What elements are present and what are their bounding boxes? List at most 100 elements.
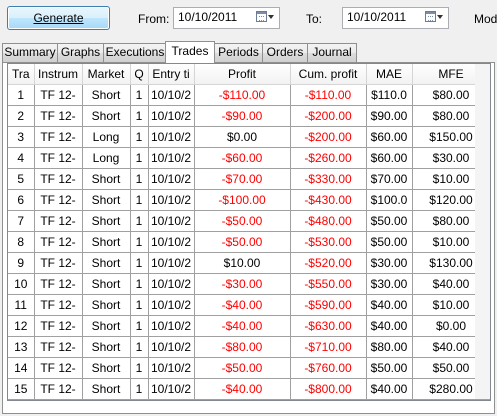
table-row[interactable]: 13 TF 12- Short 1 10/10/2 -$80.00 -$710.00 $80.…	[8, 336, 490, 358]
tab-periods[interactable]: Periods	[214, 43, 263, 62]
table-cell: $60.00	[366, 147, 413, 169]
table-cell: $40.00	[366, 294, 413, 316]
table-cell: -$630.00	[290, 315, 367, 337]
tab-strip: Summary Graphs Executions Trades Periods…	[2, 41, 495, 63]
table-cell: $110.0	[366, 84, 413, 106]
table-cell: Short	[82, 336, 131, 358]
table-cell: TF 12-	[34, 315, 83, 337]
table-row[interactable]: 12 TF 12- Short 1 10/10/2 -$40.00 -$630.00 $40.…	[8, 315, 490, 337]
table-cell: 10/10/2	[148, 252, 195, 274]
table-cell: -$50.00	[194, 357, 291, 379]
table-cell: 1	[130, 189, 149, 211]
table-cell: 10/10/2	[148, 126, 195, 148]
table-cell: $70.00	[366, 168, 413, 190]
table-cell: 1	[130, 357, 149, 379]
table-row[interactable]: 6 TF 12- Short 1 10/10/2 -$100.00 -$430.00 $100…	[8, 189, 490, 211]
table-cell: 14	[8, 357, 35, 379]
table-cell: 10/10/2	[148, 294, 195, 316]
table-row[interactable]: 5 TF 12- Short 1 10/10/2 -$70.00 -$330.00 $70.0…	[8, 168, 490, 190]
table-cell: -$40.00	[194, 378, 291, 400]
table-cell: -$70.00	[194, 168, 291, 190]
table-cell: Long	[82, 126, 131, 148]
table-cell: 10/10/2	[148, 273, 195, 295]
table-cell: -$590.00	[290, 294, 367, 316]
column-header[interactable]: Market	[82, 64, 131, 85]
table-cell: -$50.00	[194, 210, 291, 232]
table-cell: 1	[130, 168, 149, 190]
column-header[interactable]: Entry ti	[148, 64, 195, 85]
table-cell: 1	[130, 315, 149, 337]
table-cell: -$50.00	[194, 231, 291, 253]
column-header[interactable]: MAE	[366, 64, 413, 85]
table-cell: -$80.00	[194, 336, 291, 358]
tab-graphs[interactable]: Graphs	[57, 43, 104, 62]
to-date-picker[interactable]: 10/10/2011	[342, 7, 449, 29]
table-row[interactable]: 10 TF 12- Short 1 10/10/2 -$30.00 -$550.00 $30.…	[8, 273, 490, 295]
tab-executions[interactable]: Executions	[103, 43, 167, 62]
table-row[interactable]: 1 TF 12- Short 1 10/10/2 -$110.00 -$110.00 $110…	[8, 84, 490, 106]
table-cell: $40.00	[366, 378, 413, 400]
table-row[interactable]: 8 TF 12- Short 1 10/10/2 -$50.00 -$530.00 $50.0…	[8, 231, 490, 253]
table-cell: 4	[8, 147, 35, 169]
table-cell: -$550.00	[290, 273, 367, 295]
table-cell: $50.00	[366, 231, 413, 253]
table-cell: Short	[82, 105, 131, 127]
table-cell: 11	[8, 294, 35, 316]
table-cell: -$430.00	[290, 189, 367, 211]
table-cell: 10/10/2	[148, 189, 195, 211]
table-row[interactable]: 14 TF 12- Short 1 10/10/2 -$50.00 -$760.00 $50.…	[8, 357, 490, 379]
table-row[interactable]: 2 TF 12- Short 1 10/10/2 -$90.00 -$200.00 $90.0…	[8, 105, 490, 127]
table-row[interactable]: 4 TF 12- Long 1 10/10/2 -$60.00 -$260.00 $60.00…	[8, 147, 490, 169]
vertical-scrollbar-track[interactable]	[475, 64, 490, 399]
table-cell: -$110.00	[290, 84, 367, 106]
table-cell: 10/10/2	[148, 147, 195, 169]
table-cell: Short	[82, 252, 131, 274]
table-cell: 15	[8, 378, 35, 400]
column-header[interactable]: Cum. profit	[290, 64, 367, 85]
tab-trades[interactable]: Trades	[165, 41, 215, 63]
table-cell: TF 12-	[34, 336, 83, 358]
table-cell: 1	[130, 231, 149, 253]
table-cell: 1	[130, 84, 149, 106]
trades-table: Tra Instrum Market Q Entry ti Profit Cum. prof…	[8, 64, 490, 400]
table-body: 1 TF 12- Short 1 10/10/2 -$110.00 -$110.00 $110…	[8, 84, 490, 400]
table-cell: -$760.00	[290, 357, 367, 379]
table-cell: TF 12-	[34, 126, 83, 148]
from-calendar-dropdown-icon[interactable]	[255, 10, 274, 24]
table-cell: Long	[82, 147, 131, 169]
table-cell: Short	[82, 357, 131, 379]
table-cell: 10/10/2	[148, 84, 195, 106]
from-date-picker[interactable]: 10/10/2011	[173, 7, 280, 29]
table-cell: Short	[82, 273, 131, 295]
table-cell: -$40.00	[194, 315, 291, 337]
table-cell: -$90.00	[194, 105, 291, 127]
table-cell: $30.00	[366, 252, 413, 274]
table-cell: $60.00	[366, 126, 413, 148]
column-header[interactable]: Instrum	[34, 64, 83, 85]
table-cell: 1	[8, 84, 35, 106]
table-row[interactable]: 11 TF 12- Short 1 10/10/2 -$40.00 -$590.00 $40.…	[8, 294, 490, 316]
table-cell: TF 12-	[34, 252, 83, 274]
from-label: From:	[138, 12, 170, 26]
tab-journal[interactable]: Journal	[307, 43, 357, 62]
table-cell: 1	[130, 126, 149, 148]
column-header[interactable]: Profit	[194, 64, 291, 85]
table-row[interactable]: 3 TF 12- Long 1 10/10/2 $0.00 -$200.00 $60.00 $1…	[8, 126, 490, 148]
table-row[interactable]: 9 TF 12- Short 1 10/10/2 $10.00 -$520.00 $30.00…	[8, 252, 490, 274]
table-cell: Short	[82, 189, 131, 211]
column-header[interactable]: Tra	[8, 64, 35, 85]
table-cell: 1	[130, 378, 149, 400]
table-row[interactable]: 15 TF 12- Short 1 10/10/2 -$40.00 -$800.00 $40.…	[8, 378, 490, 400]
table-cell: TF 12-	[34, 273, 83, 295]
column-header[interactable]: Q	[130, 64, 149, 85]
table-row[interactable]: 7 TF 12- Short 1 10/10/2 -$50.00 -$480.00 $50.0…	[8, 210, 490, 232]
generate-button[interactable]: Generate	[7, 6, 110, 30]
table-cell: 2	[8, 105, 35, 127]
tab-summary[interactable]: Summary	[2, 43, 58, 62]
tab-orders[interactable]: Orders	[262, 43, 308, 62]
table-cell: 10/10/2	[148, 378, 195, 400]
trades-grid[interactable]: Tra Instrum Market Q Entry ti Profit Cum. prof…	[7, 63, 491, 401]
table-cell: 1	[130, 210, 149, 232]
to-calendar-dropdown-icon[interactable]	[424, 10, 443, 24]
table-cell: $10.00	[194, 252, 291, 274]
